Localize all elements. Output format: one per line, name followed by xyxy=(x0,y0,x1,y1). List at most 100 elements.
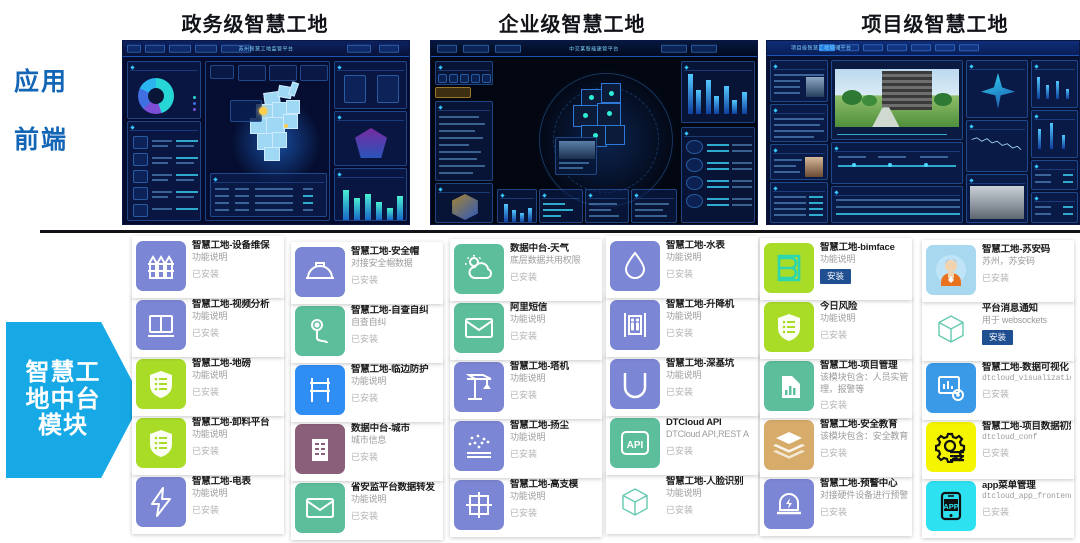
module-card-status: 已安装 xyxy=(982,389,1010,400)
module-card-meta: 智慧工地-项目管理 该模块包含：人员实管理，报警等 已安装 xyxy=(814,360,909,411)
module-card-subtitle: 底层数据共用权限 xyxy=(510,254,581,265)
module-card[interactable]: 智慧工地-塔机 功能说明 已安装 xyxy=(450,357,602,419)
module-card[interactable]: 平台消息通知 用于 websockets 安装 xyxy=(922,299,1074,361)
module-card-subtitle: 对接安全帽数据 xyxy=(351,257,413,268)
module-card-subtitle: 城市信息 xyxy=(351,434,387,445)
module-card[interactable]: 阿里短信 功能说明 已安装 xyxy=(450,298,602,360)
module-card[interactable]: 智慧工地-视频分析 功能说明 已安装 xyxy=(132,295,284,357)
install-button[interactable]: 安装 xyxy=(820,268,852,284)
install-button[interactable]: 安装 xyxy=(982,329,1014,345)
module-card-meta: 智慧工地-地磅 功能说明 已安装 xyxy=(186,358,281,398)
section-title-project: 项目级智慧工地 xyxy=(861,14,1009,36)
video-icon xyxy=(136,300,186,350)
module-card[interactable]: 智慧工地-项目管理 该模块包含：人员实管理，报警等 已安装 xyxy=(760,356,912,418)
cube-icon xyxy=(610,477,660,527)
middle-platform-arrow-label: 智慧工地中台模块 xyxy=(25,358,101,440)
module-card-status: 已安装 xyxy=(192,386,220,397)
module-card-subtitle: 功能说明 xyxy=(510,313,546,324)
module-card-title: 智慧工地-苏安码 xyxy=(982,244,1051,255)
module-card-subtitle: 该模块包含：人员实管理，报警等 xyxy=(820,371,909,394)
module-card-subtitle: 苏州，苏安码 xyxy=(982,255,1035,266)
dashboard-gov-caption: 苏州智慧工地监管平台 xyxy=(238,46,294,53)
module-card-title: 阿里短信 xyxy=(510,302,548,313)
module-card[interactable]: 数据中台-城市 城市信息 已安装 xyxy=(291,419,443,481)
scaffold-icon xyxy=(454,480,504,530)
module-card-meta: 智慧工地-高支模 功能说明 已安装 xyxy=(504,479,599,519)
module-card-subtitle: DTCloud API,REST A xyxy=(666,428,749,439)
module-card-status: 已安装 xyxy=(510,389,538,400)
module-card-meta: 智慧工地-安全教育 该模块包含：安全教育 已安装 xyxy=(814,419,909,459)
module-card-title: 智慧工地-扬尘 xyxy=(510,420,569,431)
module-card-status: 已安装 xyxy=(510,271,538,282)
module-card-status: 已安装 xyxy=(666,386,694,397)
dashboard-screenshot-project: 项目级智慧工地管理平台 xyxy=(766,40,1080,225)
module-card-meta: 今日风险 功能说明 已安装 xyxy=(814,301,909,341)
module-card-subtitle: 对接硬件设备进行预警 xyxy=(820,489,909,500)
module-card[interactable]: 智慧工地-地磅 功能说明 已安装 xyxy=(132,354,284,416)
module-card-meta: 智慧工地-电表 功能说明 已安装 xyxy=(186,476,281,516)
module-card-subtitle: 功能说明 xyxy=(666,310,702,321)
module-card-title: 数据中台-天气 xyxy=(510,243,569,254)
module-card[interactable]: 智慧工地-项目数据初始化dtcloud_conf 已安装 xyxy=(922,417,1074,479)
module-card-title: 智慧工地-高支模 xyxy=(510,479,579,490)
module-card[interactable]: 智慧工地-安全教育 该模块包含：安全教育 已安装 xyxy=(760,415,912,477)
module-card-subtitle: 功能说明 xyxy=(820,312,856,323)
module-card[interactable]: app菜单管理 dtcloud_app_frontend 已安装 xyxy=(922,476,1074,538)
section-divider xyxy=(40,230,1080,233)
module-card[interactable]: 智慧工地-卸料平台 功能说明 已安装 xyxy=(132,413,284,475)
module-card-meta: 智慧工地-设备维保 功能说明 已安装 xyxy=(186,240,281,280)
module-card[interactable]: 数据中台-天气 底层数据共用权限 已安装 xyxy=(450,239,602,301)
module-card-meta: 阿里短信 功能说明 已安装 xyxy=(504,302,599,342)
module-card-meta: 省安监平台数据转发 功能说明 已安装 xyxy=(345,482,440,522)
module-card[interactable]: 智慧工地-升降机 功能说明 已安装 xyxy=(606,295,758,357)
crane-icon xyxy=(454,362,504,412)
module-card-subtitle: 功能说明 xyxy=(510,372,546,383)
module-card[interactable]: 智慧工地-苏安码 苏州，苏安码 已安装 xyxy=(922,240,1074,302)
module-card[interactable]: 智慧工地-人脸识别 功能说明 已安装 xyxy=(606,472,758,534)
module-card[interactable]: 智慧工地-自查自纠 自查自纠 已安装 xyxy=(291,301,443,363)
elevator-icon xyxy=(610,300,660,350)
module-card-title: 智慧工地-bimface xyxy=(820,242,895,253)
module-card-status: 已安装 xyxy=(982,448,1010,459)
module-card[interactable]: 智慧工地-高支模 功能说明 已安装 xyxy=(450,475,602,537)
module-card[interactable]: 智慧工地-水表 功能说明 已安装 xyxy=(606,236,758,298)
module-card-subtitle: 功能说明 xyxy=(666,251,702,262)
module-card-subtitle: 该模块包含：安全教育 xyxy=(820,430,909,441)
railing-icon xyxy=(295,365,345,415)
helmet-icon xyxy=(295,247,345,297)
module-card-title: 智慧工地-深基坑 xyxy=(666,358,735,369)
module-card[interactable]: 智慧工地-数据可视化 dtcloud_visualization 已安装 xyxy=(922,358,1074,420)
module-card-title: 智慧工地-项目管理 xyxy=(820,360,898,371)
module-card-meta: 智慧工地-人脸识别 功能说明 已安装 xyxy=(660,476,755,516)
bimface-icon xyxy=(764,243,814,293)
module-card-title: DTCloud API xyxy=(666,417,722,428)
alarm-icon xyxy=(764,479,814,529)
module-card-title: 省安监平台数据转发 xyxy=(351,482,435,493)
module-card[interactable]: 智慧工地-bimface 功能说明 安装 xyxy=(760,238,912,300)
module-card[interactable]: 智慧工地-预警中心 对接硬件设备进行预警 已安装 xyxy=(760,474,912,536)
module-card[interactable]: 智慧工地-设备维保 功能说明 已安装 xyxy=(132,236,284,298)
module-card-meta: app菜单管理 dtcloud_app_frontend 已安装 xyxy=(976,480,1071,518)
module-card[interactable]: 省安监平台数据转发 功能说明 已安装 xyxy=(291,478,443,540)
gear-list-icon xyxy=(926,422,976,472)
module-card[interactable]: DTCloud API DTCloud API,REST A 已安装 xyxy=(606,413,758,475)
module-card[interactable]: 智慧工地-电表 功能说明 已安装 xyxy=(132,472,284,534)
module-card-title: 智慧工地-地磅 xyxy=(192,358,251,369)
module-card[interactable]: 智慧工地-扬尘 功能说明 已安装 xyxy=(450,416,602,478)
module-card-meta: 智慧工地-视频分析 功能说明 已安装 xyxy=(186,299,281,339)
mail-icon xyxy=(295,483,345,533)
module-card[interactable]: 智慧工地-深基坑 功能说明已安装 xyxy=(606,354,758,416)
module-card-status: 已安装 xyxy=(192,445,220,456)
module-card-subtitle: 功能说明 xyxy=(666,369,702,380)
module-card-status: 已安装 xyxy=(666,504,694,515)
dashboard-project-caption: 项目级智慧工地管理平台 xyxy=(791,45,852,52)
module-card-meta: 智慧工地-数据可视化 dtcloud_visualization 已安装 xyxy=(976,362,1071,400)
dashboard-screenshot-enterprise: 中交某智能建管平台 xyxy=(430,40,758,225)
module-card-subtitle: dtcloud_visualization xyxy=(982,373,1071,383)
mail-icon xyxy=(454,303,504,353)
module-card-subtitle: 功能说明 xyxy=(351,375,387,386)
module-card[interactable]: 智慧工地-安全帽 对接安全帽数据 已安装 xyxy=(291,242,443,304)
module-card[interactable]: 今日风险 功能说明 已安装 xyxy=(760,297,912,359)
module-card-status: 已安装 xyxy=(351,392,379,403)
module-card[interactable]: 智慧工地-临边防护 功能说明 已安装 xyxy=(291,360,443,422)
